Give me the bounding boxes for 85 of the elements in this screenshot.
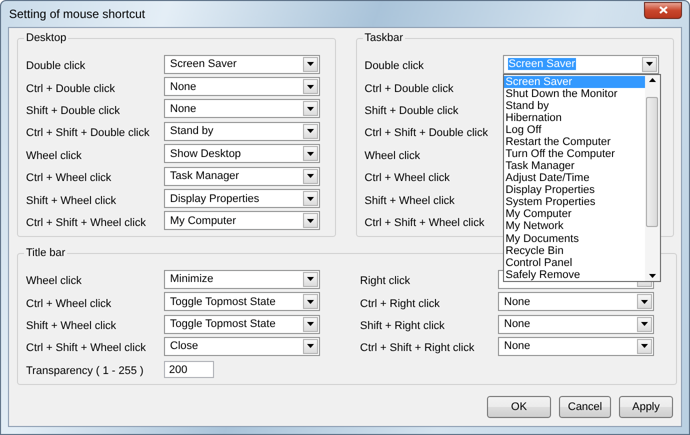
transparency-label: Transparency ( 1 - 255 ) — [26, 364, 145, 377]
dropdown-option[interactable]: Hibernation — [504, 112, 644, 124]
shortcut-label: Double click — [364, 59, 425, 72]
dropdown-arrow-icon[interactable] — [646, 62, 652, 66]
window-title: Setting of mouse shortcut — [8, 7, 146, 21]
shortcut-label: Wheel click — [26, 148, 83, 162]
dropdown-arrow-icon[interactable] — [307, 129, 314, 134]
group-title: Taskbar — [364, 32, 404, 44]
shortcut-label: Double click — [26, 59, 86, 72]
transparency-field[interactable]: 200 — [164, 361, 214, 378]
dropdown-option[interactable]: Log Off — [504, 124, 644, 136]
group-title: Desktop — [25, 32, 68, 44]
dropdown-field[interactable]: None — [164, 77, 320, 96]
dropdown-option[interactable]: Control Panel — [504, 256, 644, 269]
dropdown-arrow-icon[interactable] — [307, 106, 314, 111]
dropdown-option[interactable]: Shut Down the Monitor — [504, 88, 644, 100]
dropdown-arrow-icon[interactable] — [641, 344, 648, 348]
dropdown-field[interactable]: Minimize — [164, 270, 320, 289]
shortcut-label: Ctrl + Wheel click — [364, 171, 451, 184]
close-button[interactable] — [644, 2, 682, 18]
shortcut-label: Ctrl + Right click — [360, 296, 441, 310]
shortcut-label: Ctrl + Shift + Double click — [26, 126, 150, 140]
dropdown-arrow-icon[interactable] — [307, 344, 314, 348]
dropdown-option[interactable]: My Network — [504, 220, 644, 232]
dropdown-option[interactable]: Turn Off the Computer — [504, 148, 644, 160]
dropdown-option[interactable]: Restart the Computer — [504, 136, 644, 148]
dropdown-arrow-icon[interactable] — [307, 152, 314, 156]
dropdown-field[interactable]: None — [498, 314, 654, 334]
dropdown-option[interactable]: Display Properties — [504, 184, 644, 196]
dropdown-field[interactable]: Toggle Topmost State — [164, 314, 320, 334]
dropdown-option[interactable]: Adjust Date/Time — [504, 172, 644, 184]
shortcut-label: Wheel click — [364, 148, 422, 162]
shortcut-label: Shift + Wheel click — [26, 319, 118, 332]
dropdown-field[interactable]: None — [498, 292, 654, 312]
dropdown-arrow-icon[interactable] — [307, 62, 314, 66]
shortcut-label: Shift + Wheel click — [26, 194, 118, 207]
shortcut-label: Ctrl + Wheel click — [26, 171, 112, 184]
dropdown-arrow-icon[interactable] — [307, 277, 314, 282]
dropdown-option[interactable]: Recycle Bin — [504, 244, 644, 257]
dropdown-arrow-icon[interactable] — [307, 218, 314, 223]
scrollbar[interactable] — [644, 74, 660, 281]
dropdown-field[interactable]: Screen Saver — [164, 54, 320, 74]
dropdown-field[interactable]: Toggle Topmost State — [164, 292, 320, 312]
dialog-button[interactable]: OK — [487, 396, 551, 418]
dialog-button[interactable]: Cancel — [559, 396, 611, 418]
shortcut-label: Ctrl + Shift + Wheel click — [364, 216, 486, 229]
shortcut-label: Ctrl + Double click — [26, 82, 116, 95]
shortcut-label: Shift + Double click — [26, 104, 121, 117]
dropdown-field[interactable]: Stand by — [164, 122, 320, 141]
dropdown-option[interactable]: Stand by — [504, 100, 644, 112]
dropdown-field[interactable]: Task Manager — [164, 166, 320, 186]
dialog-button[interactable]: Apply — [619, 396, 673, 418]
dropdown-arrow-icon[interactable] — [307, 300, 314, 304]
dropdown-option[interactable]: My Documents — [504, 232, 644, 245]
scroll-up-icon[interactable] — [648, 78, 656, 82]
shortcut-label: Shift + Right click — [360, 319, 446, 332]
shortcut-label: Wheel click — [26, 274, 83, 288]
shortcut-label: Ctrl + Shift + Right click — [360, 341, 476, 354]
shortcut-label: Ctrl + Shift + Double click — [364, 126, 489, 140]
shortcut-label: Ctrl + Double click — [364, 82, 454, 95]
dropdown-option[interactable]: System Properties — [504, 196, 644, 208]
shortcut-label: Ctrl + Shift + Wheel click — [26, 341, 147, 354]
close-icon[interactable] — [658, 6, 668, 14]
shortcut-label: Right click — [360, 274, 412, 288]
dropdown-arrow-icon[interactable] — [307, 322, 314, 326]
dropdown-arrow-icon[interactable] — [307, 84, 314, 89]
shortcut-label: Shift + Wheel click — [364, 194, 456, 207]
dropdown-option[interactable]: Safely Remove — [504, 268, 644, 281]
scroll-down-icon[interactable] — [648, 274, 656, 278]
shortcut-label: Ctrl + Wheel click — [26, 296, 112, 310]
dropdown-field[interactable]: None — [164, 99, 320, 118]
dropdown-arrow-icon[interactable] — [307, 174, 314, 178]
dropdown-field[interactable]: Display Properties — [164, 189, 320, 208]
dropdown-field[interactable]: Close — [164, 336, 320, 356]
dropdown-arrow-icon[interactable] — [307, 196, 314, 201]
shortcut-label: Shift + Double click — [364, 104, 460, 117]
dropdown-option[interactable]: My Computer — [504, 208, 644, 220]
dropdown-field[interactable]: My Computer — [164, 211, 320, 230]
shortcut-label: Ctrl + Shift + Wheel click — [26, 216, 147, 229]
group-title: Title bar — [25, 247, 66, 260]
dropdown-arrow-icon[interactable] — [641, 300, 648, 304]
dropdown-arrow-icon[interactable] — [641, 322, 648, 326]
dropdown-field[interactable]: None — [498, 336, 654, 356]
dropdown-option[interactable]: Task Manager — [504, 160, 644, 172]
dropdown-field[interactable]: Show Desktop — [164, 144, 320, 164]
